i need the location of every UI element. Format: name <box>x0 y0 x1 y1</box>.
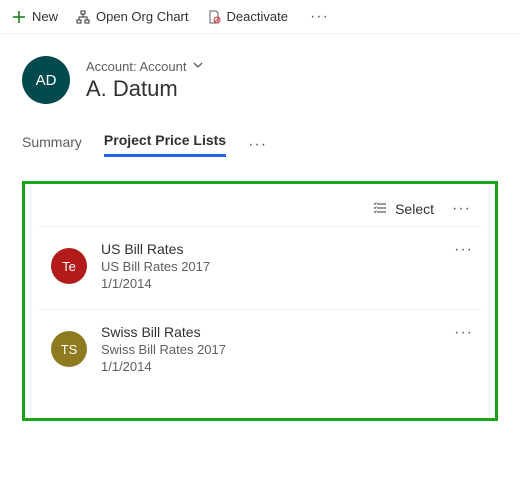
org-chart-icon <box>76 10 90 24</box>
list-item[interactable]: TS Swiss Bill Rates Swiss Bill Rates 201… <box>35 310 485 392</box>
page-body: AD Account: Account A. Datum Summary Pro… <box>0 34 520 421</box>
list-item-date: 1/1/2014 <box>101 359 226 374</box>
avatar-initials: Te <box>62 259 76 274</box>
list-item-more[interactable]: ··· <box>454 241 473 259</box>
avatar-initials: AD <box>36 72 57 89</box>
price-list-avatar: Te <box>51 248 87 284</box>
subgrid-overflow[interactable]: ··· <box>448 200 475 218</box>
list-item-title: Swiss Bill Rates <box>101 324 226 340</box>
open-org-chart-button[interactable]: Open Org Chart <box>76 9 189 24</box>
entity-label: Account: Account <box>86 59 186 74</box>
list-item-date: 1/1/2014 <box>101 276 210 291</box>
avatar-initials: TS <box>61 342 78 357</box>
subgrid-toolbar: Select ··· <box>35 190 485 226</box>
select-list-icon <box>373 201 387 218</box>
account-avatar: AD <box>22 56 70 104</box>
project-price-lists-subgrid: Select ··· Te US Bill Rates US Bill Rate… <box>22 181 498 421</box>
tab-project-price-lists[interactable]: Project Price Lists <box>104 132 226 157</box>
list-item-subtitle: Swiss Bill Rates 2017 <box>101 342 226 357</box>
list-item-body: Swiss Bill Rates Swiss Bill Rates 2017 1… <box>101 324 226 374</box>
list-item[interactable]: Te US Bill Rates US Bill Rates 2017 1/1/… <box>35 227 485 309</box>
select-button[interactable]: Select <box>373 201 434 218</box>
deactivate-button[interactable]: Deactivate <box>207 9 288 24</box>
new-button-label: New <box>32 9 58 24</box>
price-list-avatar: TS <box>51 331 87 367</box>
list-item-more[interactable]: ··· <box>454 324 473 342</box>
chevron-down-icon <box>192 58 204 74</box>
command-bar-overflow[interactable]: ··· <box>306 8 333 26</box>
list-item-title: US Bill Rates <box>101 241 210 257</box>
deactivate-icon <box>207 10 221 24</box>
list-item-subtitle: US Bill Rates 2017 <box>101 259 210 274</box>
command-bar: New Open Org Chart Deactivate ··· <box>0 0 520 34</box>
deactivate-label: Deactivate <box>227 9 288 24</box>
entity-row[interactable]: Account: Account <box>86 58 204 74</box>
new-button[interactable]: New <box>12 9 58 24</box>
list-item-body: US Bill Rates US Bill Rates 2017 1/1/201… <box>101 241 210 291</box>
tab-strip: Summary Project Price Lists ··· <box>22 132 498 157</box>
tab-summary[interactable]: Summary <box>22 134 82 156</box>
record-title: A. Datum <box>86 76 204 102</box>
select-button-label: Select <box>395 201 434 217</box>
record-meta: Account: Account A. Datum <box>86 58 204 102</box>
plus-icon <box>12 10 26 24</box>
record-header: AD Account: Account A. Datum <box>22 56 498 104</box>
tabs-overflow[interactable]: ··· <box>248 136 267 154</box>
open-org-chart-label: Open Org Chart <box>96 9 189 24</box>
